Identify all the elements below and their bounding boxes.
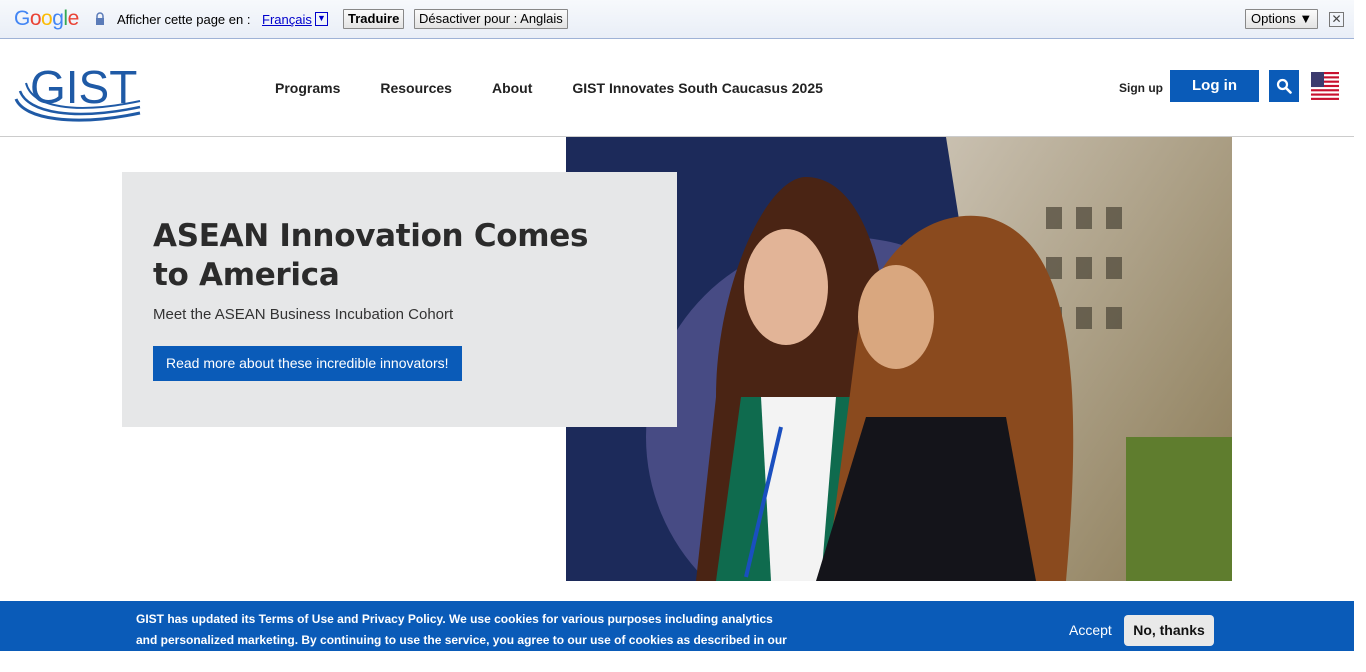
site-header: GIST Programs Resources About GIST Innov… [0,39,1354,137]
cookie-text: GIST has updated its Terms of Use and Pr… [136,612,787,647]
main-nav: Programs Resources About GIST Innovates … [275,80,863,96]
gist-logo[interactable]: GIST [14,61,144,125]
options-button[interactable]: Options ▼ [1245,9,1319,29]
cookie-message: GIST has updated its Terms of Use and Pr… [136,609,796,672]
nav-gist-innovates[interactable]: GIST Innovates South Caucasus 2025 [572,80,823,96]
google-logo: Google [14,7,79,30]
translate-button[interactable]: Traduire [343,9,405,29]
language-dropdown-icon[interactable]: ▼ [315,12,328,26]
terms-link[interactable]: Terms of [136,654,186,668]
search-icon [1276,78,1292,94]
decline-button[interactable]: No, thanks [1124,615,1214,646]
accept-button[interactable]: Accept [1069,622,1112,638]
login-button[interactable]: Log in [1170,70,1259,102]
scrollbar-gutter [1354,0,1366,651]
translate-prompt: Afficher cette page en : [117,12,251,27]
translate-bar: Google Afficher cette page en : Français… [0,0,1354,39]
nav-programs[interactable]: Programs [275,80,340,96]
search-button[interactable] [1269,70,1299,102]
us-flag-icon[interactable] [1311,70,1339,102]
language-select[interactable]: Français [262,12,312,27]
read-more-button[interactable]: Read more about these incredible innovat… [153,346,462,381]
signup-link[interactable]: Sign up [1119,81,1163,95]
close-icon[interactable]: ✕ [1329,12,1344,27]
nav-resources[interactable]: Resources [380,80,452,96]
hero-title: ASEAN Innovation Comes to America [153,218,589,293]
hero-card: ASEAN Innovation Comes to America Meet t… [122,172,677,427]
cookie-banner: GIST has updated its Terms of Use and Pr… [0,601,1354,668]
disable-translation-button[interactable]: Désactiver pour : Anglais [414,9,568,29]
hero-subtitle: Meet the ASEAN Business Incubation Cohor… [153,306,454,323]
nav-about[interactable]: About [492,80,532,96]
lock-icon [96,12,104,25]
